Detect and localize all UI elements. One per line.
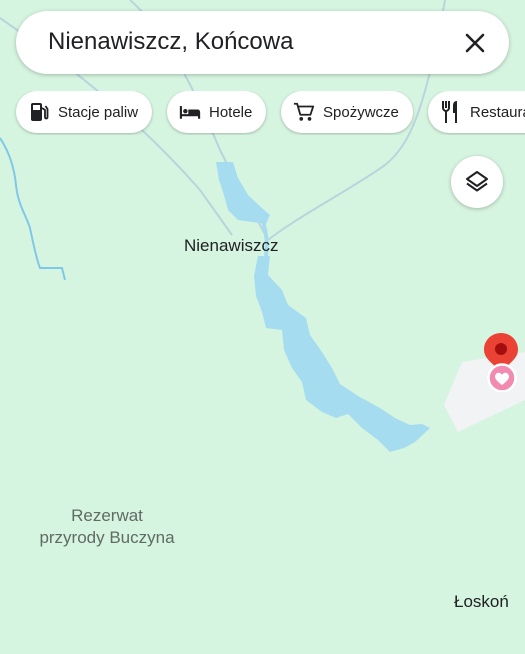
layers-icon [466,171,488,192]
restaurant-icon [440,101,462,123]
cart-icon [293,101,315,123]
chip-label: Spożywcze [323,103,399,121]
place-label-reserve[interactable]: Rezerwat przyrody Buczyna [29,505,185,549]
location-pin[interactable] [483,332,519,392]
reserve-line-2: przyrody Buczyna [39,528,175,547]
place-label-town[interactable]: Łoskoń [454,592,509,612]
search-bar[interactable]: Nienawiszcz, Końcowa [16,11,509,74]
chip-hotels[interactable]: Hotele [167,91,267,133]
place-label-village[interactable]: Nienawiszcz [184,236,278,256]
category-chips: Stacje paliw Hotele Spożywcze Restaur [0,91,525,135]
chip-label: Hotele [209,103,253,121]
chip-label: Restaurac [470,103,525,121]
reserve-line-1: Rezerwat [71,506,143,525]
chip-groceries[interactable]: Spożywcze [281,91,413,133]
chip-gas-stations[interactable]: Stacje paliw [16,91,153,133]
gas-station-icon [28,101,50,123]
bed-icon [179,101,201,123]
chip-label: Stacje paliw [58,103,139,121]
search-input[interactable]: Nienawiszcz, Końcowa [48,28,293,56]
layers-button[interactable] [451,156,503,208]
chip-restaurants[interactable]: Restaurac [428,91,525,133]
close-button[interactable] [457,25,493,61]
close-icon [465,33,485,53]
